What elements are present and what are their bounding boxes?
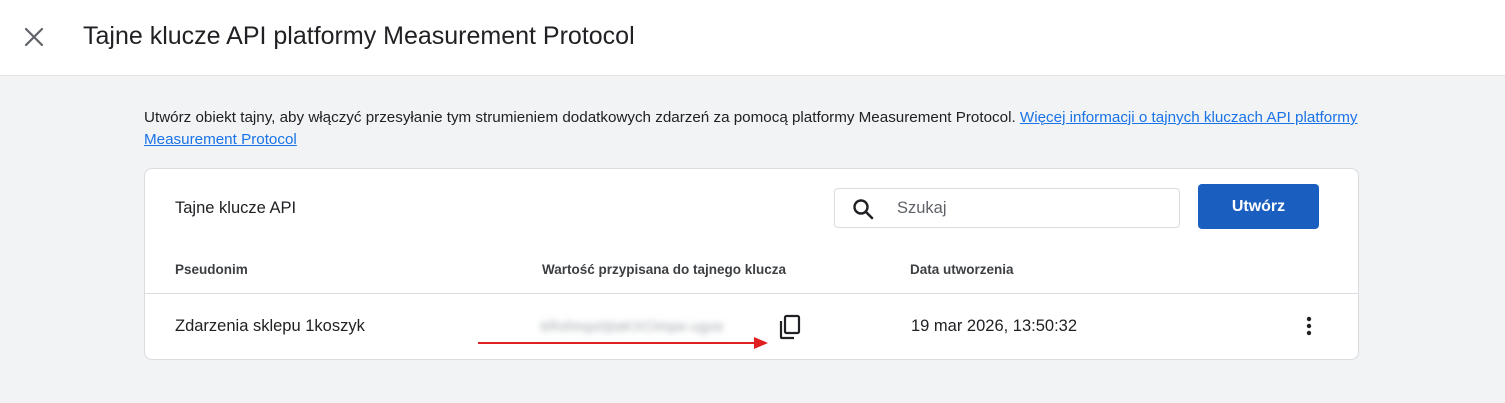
copy-button[interactable]: [775, 312, 805, 342]
more-vert-icon: [1306, 316, 1312, 336]
row-created-date: 19 mar 2026, 13:50:32: [911, 317, 1078, 335]
description-text: Utwórz obiekt tajny, aby włączyć przesył…: [144, 109, 1020, 126]
search-box[interactable]: [834, 188, 1180, 228]
annotation-arrow-icon: [478, 337, 768, 349]
close-button[interactable]: [18, 21, 50, 53]
column-header-secret-value[interactable]: Wartość przypisana do tajnego klucza: [542, 262, 786, 277]
column-header-nickname[interactable]: Pseudonim: [175, 262, 248, 277]
copy-icon: [779, 314, 801, 340]
column-header-created[interactable]: Data utworzenia: [910, 262, 1014, 277]
card-title: Tajne klucze API: [175, 199, 297, 217]
search-icon: [853, 199, 874, 220]
description: Utwórz obiekt tajny, aby włączyć przesył…: [144, 107, 1359, 151]
create-button[interactable]: Utwórz: [1198, 184, 1319, 229]
row-secret-value: kRsfmqs0jtaKXClmpe-ugxe: [541, 318, 724, 334]
content-area: Utwórz obiekt tajny, aby włączyć przesył…: [0, 77, 1505, 403]
dialog-header: Tajne klucze API platformy Measurement P…: [0, 0, 1505, 76]
row-nickname: Zdarzenia sklepu 1koszyk: [175, 317, 365, 335]
search-input[interactable]: [897, 195, 1167, 221]
secrets-card: Tajne klucze API Utwórz Pseudonim Wartoś…: [144, 168, 1359, 360]
page-title: Tajne klucze API platformy Measurement P…: [83, 22, 635, 50]
more-actions-button[interactable]: [1297, 314, 1321, 338]
close-icon: [24, 27, 44, 47]
